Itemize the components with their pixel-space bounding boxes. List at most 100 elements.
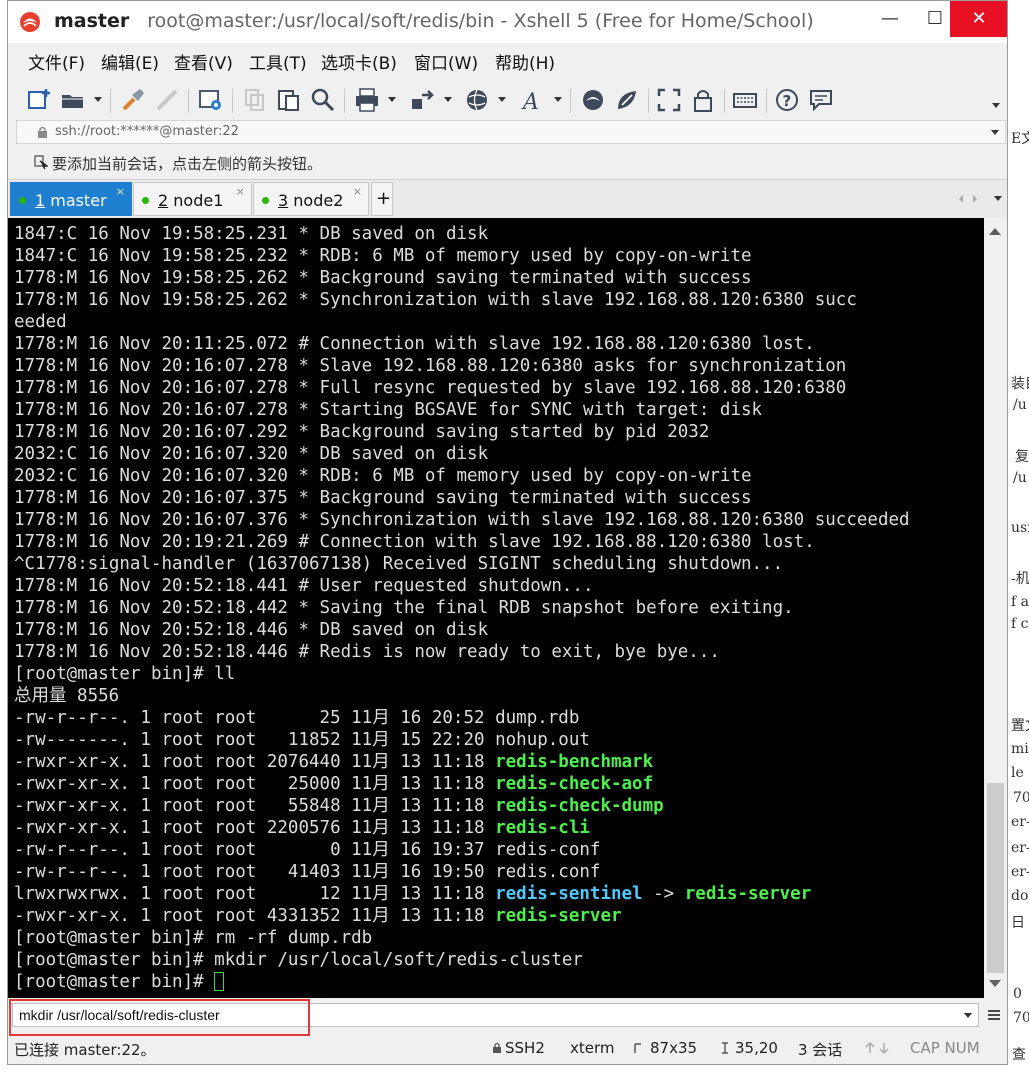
toolbar-separator — [766, 89, 767, 113]
lock-small-icon — [38, 126, 47, 138]
tab-bar: 1 master × 2 node1 × 3 node2 × + — [8, 179, 1007, 218]
fullscreen-icon[interactable] — [656, 87, 682, 113]
terminal-line: [root@master bin]# ll — [14, 664, 236, 684]
terminal[interactable]: 1847:C 16 Nov 19:58:25.231 * DB saved on… — [8, 218, 984, 998]
minimize-button[interactable]: — — [868, 1, 912, 37]
file-listing-row: -rwxr-xr-x. 1 root root 4331352 11月 13 1… — [14, 905, 910, 927]
file-meta: -rwxr-xr-x. 1 root root 25000 11月 13 11:… — [14, 774, 496, 794]
properties-icon[interactable] — [198, 87, 224, 113]
file-listing-row: -rwxr-xr-x. 1 root root 2200576 11月 13 1… — [14, 817, 910, 839]
tab-close-icon[interactable]: × — [236, 185, 245, 198]
open-folder-icon[interactable] — [60, 87, 86, 113]
find-icon[interactable] — [310, 87, 336, 113]
bg-fragment: 置文 — [1011, 718, 1029, 734]
scroll-up-icon[interactable] — [989, 228, 1001, 235]
file-listing-row: lrwxrwxrwx. 1 root root 12 11月 13 11:18 … — [14, 883, 910, 905]
font-dropdown-icon[interactable] — [554, 97, 562, 102]
toolbar-separator — [110, 89, 111, 113]
terminal-size-status: 87x35 — [650, 1039, 698, 1057]
file-listing-row: -rwxr-xr-x. 1 root root 55848 11月 13 11:… — [14, 795, 910, 817]
terminal-line: 总用量 8556 — [14, 686, 120, 706]
disconnect-icon[interactable] — [154, 87, 180, 113]
connected-status-icon — [142, 197, 149, 204]
tab-node2[interactable]: 3 node2 × — [253, 182, 369, 216]
tab-label: 3 node2 — [278, 191, 343, 210]
scrollbar-thumb[interactable] — [987, 783, 1004, 973]
close-button[interactable]: ✕ — [950, 1, 1007, 37]
toolbar: A ? — [8, 81, 1007, 119]
lock-icon[interactable] — [690, 87, 716, 113]
terminal-line: 1778:M 16 Nov 20:11:25.072 # Connection … — [14, 334, 815, 354]
globe-icon[interactable] — [464, 87, 490, 113]
menu-tools[interactable]: 工具(T) — [249, 49, 307, 74]
xftp-icon[interactable] — [580, 87, 606, 113]
transfer-icon[interactable] — [410, 87, 436, 113]
file-listing-row: -rwxr-xr-x. 1 root root 2076440 11月 13 1… — [14, 751, 910, 773]
tab-close-icon[interactable]: × — [116, 185, 125, 198]
address-text: ssh://root:******@master:22 — [55, 124, 239, 139]
terminal-line: 1778:M 16 Nov 20:52:18.442 * Saving the … — [14, 598, 794, 618]
file-meta: -rwxr-xr-x. 1 root root 2200576 11月 13 1… — [14, 818, 496, 838]
symlink-arrow: -> — [642, 884, 685, 904]
new-session-icon[interactable] — [26, 87, 52, 113]
tab-number: 3 — [278, 191, 289, 210]
tab-scroll-arrows-icon[interactable] — [958, 194, 980, 204]
menu-edit[interactable]: 编辑(E) — [101, 49, 159, 74]
copy-icon[interactable] — [242, 87, 268, 113]
tab-list-dropdown-icon[interactable] — [994, 196, 1002, 201]
menu-help[interactable]: 帮助(H) — [495, 49, 555, 74]
reconnect-icon[interactable] — [120, 87, 146, 113]
terminal-line: 1778:M 16 Nov 20:52:18.446 * DB saved on… — [14, 620, 489, 640]
toolbar-separator — [648, 89, 649, 113]
menu-file[interactable]: 文件(F) — [28, 49, 85, 74]
protocol-status: SSH2 — [505, 1039, 545, 1057]
tab-master[interactable]: 1 master × — [10, 182, 132, 216]
session-nav-arrows-icon[interactable] — [864, 1042, 892, 1054]
bg-fragment: 复 — [1015, 449, 1029, 465]
open-dropdown-icon[interactable] — [94, 97, 102, 102]
terminal-scrollbar[interactable] — [984, 218, 1007, 998]
help-icon[interactable]: ? — [774, 87, 800, 113]
bg-fragment: /u — [1013, 470, 1027, 486]
terminal-line: 1778:M 16 Nov 20:52:18.441 # User reques… — [14, 576, 594, 596]
toolbar-overflow-icon[interactable] — [992, 103, 1000, 108]
scroll-down-icon[interactable] — [989, 980, 1001, 987]
file-name: redis-benchmark — [495, 752, 654, 772]
file-meta: -rw-r--r--. 1 root root 25 11月 16 20:52 — [14, 708, 496, 728]
terminal-line: 2032:C 16 Nov 20:16:07.320 * RDB: 6 MB o… — [14, 466, 752, 486]
file-meta: -rwxr-xr-x. 1 root root 2076440 11月 13 1… — [14, 752, 496, 772]
terminal-line: 1778:M 16 Nov 20:16:07.376 * Synchroniza… — [14, 510, 910, 530]
keyboard-icon[interactable] — [732, 87, 758, 113]
terminal-line: 1778:M 16 Nov 19:58:25.262 * Synchroniza… — [14, 290, 857, 310]
add-session-arrow-icon[interactable] — [34, 155, 48, 169]
chat-icon[interactable] — [808, 87, 834, 113]
file-listing-row: -rw-r--r--. 1 root root 0 11月 16 19:37 r… — [14, 839, 910, 861]
bg-fragment: er- — [1011, 864, 1029, 880]
xmanager-icon[interactable] — [614, 87, 640, 113]
globe-dropdown-icon[interactable] — [498, 97, 506, 102]
print-dropdown-icon[interactable] — [388, 97, 396, 102]
menu-tabs[interactable]: 选项卡(B) — [321, 49, 397, 74]
add-tab-label: + — [376, 188, 392, 209]
compose-dropdown-icon[interactable] — [964, 1013, 972, 1018]
bg-fragment: -机 — [1011, 571, 1029, 587]
paste-icon[interactable] — [276, 87, 302, 113]
title-bar[interactable]: master root@master:/usr/local/soft/redis/… — [8, 1, 1007, 43]
add-tab-button[interactable]: + — [371, 182, 393, 216]
address-bar[interactable]: ssh://root:******@master:22 — [16, 120, 1006, 144]
tab-name: master — [50, 191, 107, 210]
tab-close-icon[interactable]: × — [353, 185, 362, 198]
compose-input[interactable] — [12, 1003, 979, 1027]
tab-number: 1 — [35, 191, 46, 210]
compose-menu-icon[interactable] — [987, 1008, 1001, 1022]
address-dropdown-icon[interactable] — [991, 130, 999, 135]
bg-fragment: le — [1011, 765, 1024, 781]
font-icon[interactable]: A — [520, 87, 546, 113]
tab-node1[interactable]: 2 node1 × — [133, 182, 252, 216]
print-icon[interactable] — [354, 87, 380, 113]
menu-window[interactable]: 窗口(W) — [414, 49, 478, 74]
bg-fragment: 70 — [1013, 790, 1029, 806]
lock-status-icon — [493, 1042, 501, 1053]
menu-view[interactable]: 查看(V) — [174, 49, 233, 74]
transfer-dropdown-icon[interactable] — [444, 97, 452, 102]
